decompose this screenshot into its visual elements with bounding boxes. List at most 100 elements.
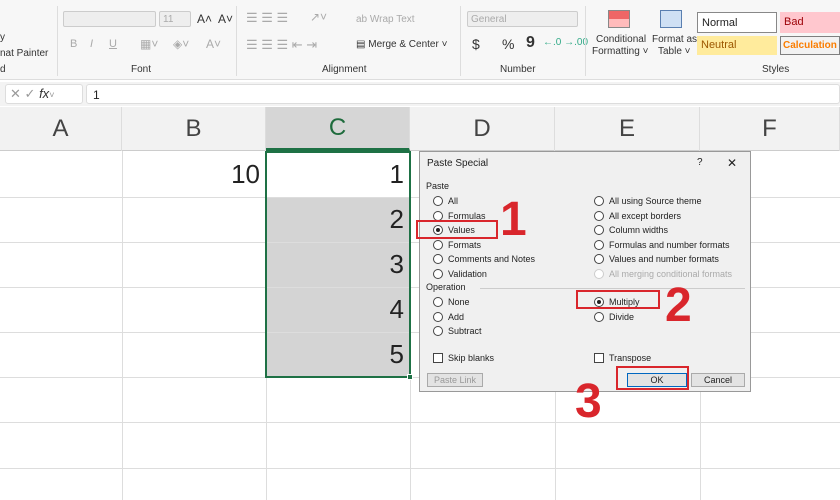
radio-label: All bbox=[448, 196, 459, 206]
radio-icon bbox=[594, 311, 604, 322]
format-painter-button[interactable]: nat Painter bbox=[0, 48, 48, 59]
paste-radio-formats[interactable]: Formats bbox=[433, 239, 482, 250]
style-normal[interactable]: Normal bbox=[697, 12, 777, 33]
radio-icon bbox=[433, 297, 443, 307]
comma-button[interactable]: 9 bbox=[526, 34, 535, 52]
column-header-d[interactable]: D bbox=[410, 107, 555, 151]
operation-radio-none[interactable]: None bbox=[433, 297, 470, 307]
cancel-icon[interactable]: ✕ bbox=[10, 86, 21, 101]
divider bbox=[585, 6, 586, 76]
divider bbox=[236, 6, 237, 76]
number-format-select[interactable]: General bbox=[467, 11, 578, 27]
radio-label: Subtract bbox=[448, 326, 482, 336]
values-highlight bbox=[416, 220, 498, 239]
radio-label: All except borders bbox=[609, 210, 682, 221]
radio-label: Divide bbox=[609, 311, 635, 322]
radio-label: Formulas bbox=[448, 210, 486, 221]
radio-label: Formats bbox=[448, 239, 482, 250]
radio-label: Add bbox=[448, 311, 465, 322]
format-as-table-button[interactable]: Format as bbox=[652, 34, 697, 45]
borders-icon[interactable]: ▦˅ bbox=[140, 37, 158, 51]
font-name-select[interactable] bbox=[63, 11, 156, 27]
radio-icon bbox=[594, 268, 604, 279]
radio-label: Values and number formats bbox=[609, 254, 719, 264]
decrease-font-icon[interactable]: A˅ bbox=[218, 12, 233, 26]
column-header-f[interactable]: F bbox=[700, 107, 840, 151]
italic-button[interactable]: I bbox=[90, 38, 93, 50]
increase-font-icon[interactable]: A˄ bbox=[197, 12, 212, 26]
font-color-icon[interactable]: A˅ bbox=[206, 37, 221, 51]
format-table-label2: Table ˅ bbox=[658, 46, 691, 57]
step-3-label: 3 bbox=[575, 375, 602, 428]
radio-icon bbox=[594, 196, 604, 206]
column-header-a[interactable]: A bbox=[0, 107, 122, 151]
ribbon: y nat Painter d 11 A˄ A˅ B I U ▦˅ ◈˅ A˅ … bbox=[0, 0, 840, 80]
currency-button[interactable]: $ bbox=[472, 36, 480, 52]
radio-icon bbox=[594, 239, 604, 250]
insert-function-button[interactable]: fx bbox=[39, 86, 49, 101]
radio-label: Validation bbox=[448, 268, 487, 279]
radio-icon bbox=[594, 254, 604, 264]
paste-radio-all-using-source-theme[interactable]: All using Source theme bbox=[594, 196, 702, 206]
paste-radio-all-except-borders[interactable]: All except borders bbox=[594, 210, 682, 221]
merge-center-label: Merge & Center bbox=[368, 39, 439, 50]
font-size-select[interactable]: 11 bbox=[159, 11, 191, 27]
align-left-icon[interactable]: ☰ ☰ ☰ ⇤ ⇥ bbox=[246, 37, 317, 53]
radio-icon bbox=[433, 311, 443, 322]
paste-special-dialog: Paste Special ? ✕ Paste Operation Skip b… bbox=[419, 151, 751, 392]
paste-radio-column-widths[interactable]: Column widths bbox=[594, 225, 668, 235]
help-button[interactable]: ? bbox=[697, 157, 703, 168]
column-header-e[interactable]: E bbox=[555, 107, 700, 151]
column-header-b[interactable]: B bbox=[122, 107, 266, 151]
radio-icon bbox=[594, 210, 604, 221]
bold-button[interactable]: B bbox=[70, 38, 77, 50]
copy-button[interactable]: y bbox=[0, 32, 5, 43]
radio-icon bbox=[433, 326, 443, 336]
style-calculation[interactable]: Calculation bbox=[780, 36, 840, 55]
align-top-icon[interactable]: ☰ ☰ ☰ bbox=[246, 10, 288, 26]
wrap-text-button[interactable]: ab Wrap Text bbox=[356, 14, 415, 25]
merge-center-button[interactable]: ▤ Merge & Center ˅ bbox=[356, 39, 447, 50]
paste-radio-validation[interactable]: Validation bbox=[433, 268, 487, 279]
formula-input[interactable]: 1 bbox=[86, 84, 840, 104]
font-size-value: 11 bbox=[163, 14, 174, 25]
radio-icon bbox=[433, 254, 443, 264]
radio-icon bbox=[433, 196, 443, 206]
radio-icon bbox=[594, 225, 604, 235]
column-header-c[interactable]: C bbox=[266, 107, 410, 151]
paste-radio-formulas-and-number-formats[interactable]: Formulas and number formats bbox=[594, 239, 730, 250]
paste-radio-comments-and-notes[interactable]: Comments and Notes bbox=[433, 254, 535, 264]
enter-icon[interactable]: ✓ bbox=[25, 86, 36, 101]
paste-radio-formulas[interactable]: Formulas bbox=[433, 210, 486, 221]
fill-color-icon[interactable]: ◈˅ bbox=[173, 37, 189, 51]
style-bad[interactable]: Bad bbox=[780, 12, 840, 33]
radio-icon bbox=[433, 239, 443, 250]
paste-radio-values-and-number-formats[interactable]: Values and number formats bbox=[594, 254, 719, 264]
number-group-label: Number bbox=[500, 64, 536, 75]
gridline bbox=[0, 468, 840, 469]
skip-blanks-checkbox[interactable]: Skip blanks bbox=[433, 353, 494, 363]
divider bbox=[460, 6, 461, 76]
orientation-icon[interactable]: ↗˅ bbox=[310, 10, 327, 24]
underline-button[interactable]: U bbox=[109, 38, 117, 50]
operation-radio-add[interactable]: Add bbox=[433, 311, 465, 322]
decimal-icons[interactable]: ←.0 →.00 bbox=[543, 37, 588, 48]
gridline bbox=[0, 422, 840, 423]
cancel-button[interactable]: Cancel bbox=[691, 373, 745, 387]
style-neutral[interactable]: Neutral bbox=[697, 36, 777, 55]
font-group-label: Font bbox=[131, 64, 152, 75]
operation-radio-subtract[interactable]: Subtract bbox=[433, 326, 482, 336]
column-headers: A B C D E F bbox=[0, 107, 840, 151]
conditional-formatting-button[interactable]: Conditional bbox=[596, 34, 646, 45]
styles-group-label: Styles bbox=[762, 64, 790, 75]
cell-b1[interactable]: 10 bbox=[122, 152, 266, 197]
close-button[interactable]: ✕ bbox=[727, 156, 737, 170]
fill-handle[interactable] bbox=[407, 374, 413, 380]
operation-radio-divide[interactable]: Divide bbox=[594, 311, 635, 322]
ok-highlight bbox=[616, 366, 689, 390]
transpose-checkbox[interactable]: Transpose bbox=[594, 353, 651, 363]
paste-link-button[interactable]: Paste Link bbox=[427, 373, 483, 387]
gridline bbox=[122, 151, 123, 500]
percent-button[interactable]: % bbox=[502, 36, 514, 52]
paste-radio-all[interactable]: All bbox=[433, 196, 458, 206]
